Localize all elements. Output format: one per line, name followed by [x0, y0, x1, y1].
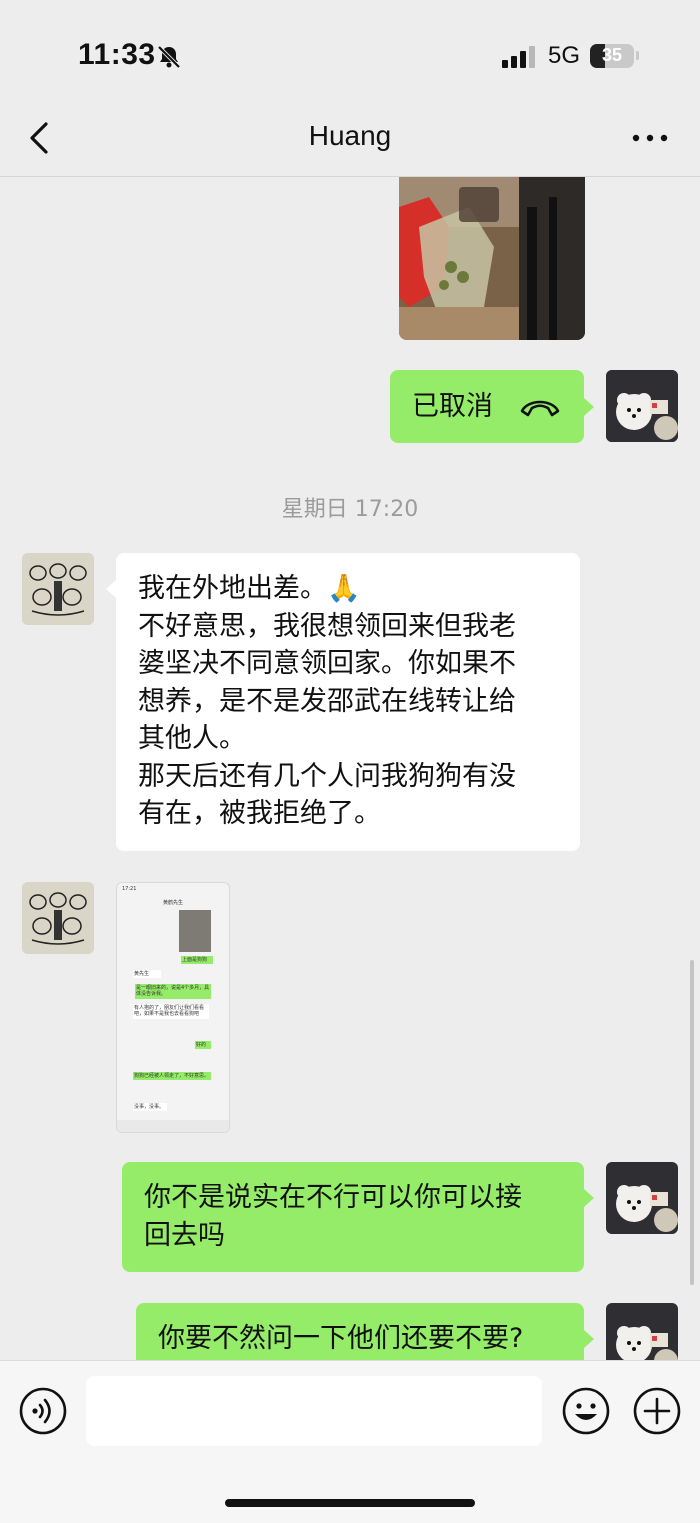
- sent-text-bubble[interactable]: 你不是说实在不行可以你可以接 回去吗: [122, 1162, 584, 1272]
- my-avatar[interactable]: [606, 370, 678, 442]
- my-avatar[interactable]: [606, 1162, 678, 1234]
- cellular-signal-icon: [502, 46, 535, 68]
- photo-image: [399, 177, 585, 340]
- status-time: 11:33: [78, 38, 156, 71]
- received-text-bubble[interactable]: 我在外地出差。🙏 不好意思，我很想领回来但我老 婆坚决不同意领回家。你如果不 想…: [116, 553, 580, 851]
- screenshot-msg: 好的: [195, 1041, 211, 1049]
- calligraphy-avatar-image: [22, 882, 94, 954]
- bubble-tail: [584, 1330, 594, 1348]
- bubble-tail: [584, 398, 594, 416]
- screenshot-photo: [179, 910, 211, 952]
- message-line: 有在，被我拒绝了。: [138, 798, 381, 829]
- chat-message-list[interactable]: 已取消 星期日 17:20 我在外地出差。🙏 不好意思，我很想领回来但我老 婆坚…: [0, 177, 700, 1360]
- emoji-icon[interactable]: [561, 1386, 611, 1436]
- message-line: 其他人。: [138, 723, 246, 754]
- battery-tip: [636, 51, 639, 60]
- dog-avatar-image: [606, 1162, 678, 1234]
- photo-message[interactable]: [399, 177, 585, 340]
- screenshot-msg: 有人抱的了，朋友们让我们看看吧，如果不是我也去看看狗吧: [133, 1004, 209, 1019]
- voice-icon[interactable]: [18, 1386, 68, 1436]
- status-bar: 11:33 5G 35: [0, 0, 700, 100]
- bubble-tail: [106, 580, 116, 598]
- battery-icon: 35: [590, 44, 634, 68]
- message-text: 你要不然问一下他们还要不要?: [158, 1323, 524, 1354]
- screenshot-input: [117, 1120, 229, 1132]
- screenshot-image-message[interactable]: 17:21 黄鹤先生 上面是狗狗 黄先生 是一眼旧来的，说是4个多月，具体没告诉…: [116, 882, 230, 1133]
- screenshot-msg: 上面是狗狗: [181, 956, 213, 964]
- screenshot-title: 黄鹤先生: [162, 900, 183, 906]
- screenshot-time: 17:21: [122, 886, 137, 892]
- message-line: 回去吗: [144, 1219, 225, 1251]
- message-line: 婆坚决不同意领回家。你如果不: [138, 648, 516, 679]
- message-line: 想养，是不是发邵武在线转让给: [138, 685, 516, 717]
- message-line: 我在外地出差。🙏: [138, 573, 361, 604]
- screenshot-msg: 没事，没事。: [133, 1103, 167, 1111]
- scrollbar[interactable]: [690, 960, 694, 1285]
- bubble-tail: [584, 1189, 594, 1207]
- dog-avatar-image: [606, 370, 678, 442]
- plus-icon[interactable]: [632, 1386, 682, 1436]
- call-cancelled-bubble[interactable]: 已取消: [390, 370, 584, 443]
- contact-avatar[interactable]: [22, 882, 94, 954]
- my-avatar[interactable]: [606, 1303, 678, 1360]
- more-dots-icon[interactable]: [628, 126, 672, 150]
- silent-bell-icon: [157, 45, 181, 69]
- home-indicator: [225, 1499, 475, 1507]
- network-type: 5G: [548, 42, 581, 69]
- input-bar: [0, 1360, 700, 1523]
- message-input[interactable]: [86, 1376, 542, 1446]
- message-timestamp: 星期日 17:20: [281, 497, 419, 522]
- message-line: 不好意思，我很想领回来但我老: [138, 610, 516, 642]
- dog-avatar-image: [606, 1303, 678, 1360]
- chat-title: Huang: [308, 120, 392, 151]
- contact-avatar[interactable]: [22, 553, 94, 625]
- calligraphy-avatar-image: [22, 553, 94, 625]
- battery-percent: 35: [601, 45, 623, 65]
- screenshot-msg: 黄先生: [133, 970, 161, 978]
- hang-up-phone-icon: [520, 400, 560, 417]
- message-line: 那天后还有几个人问我狗狗有没: [138, 760, 516, 792]
- call-status-text: 已取消: [412, 391, 493, 422]
- sent-text-bubble[interactable]: 你要不然问一下他们还要不要?: [136, 1303, 584, 1360]
- screenshot-msg: 狗狗已经被人领走了，不好意思。: [133, 1072, 211, 1080]
- message-line: 你不是说实在不行可以你可以接: [144, 1182, 522, 1213]
- screenshot-msg: 是一眼旧来的，说是4个多月，具体没告诉我。: [135, 984, 211, 999]
- chat-header: Huang: [0, 100, 700, 177]
